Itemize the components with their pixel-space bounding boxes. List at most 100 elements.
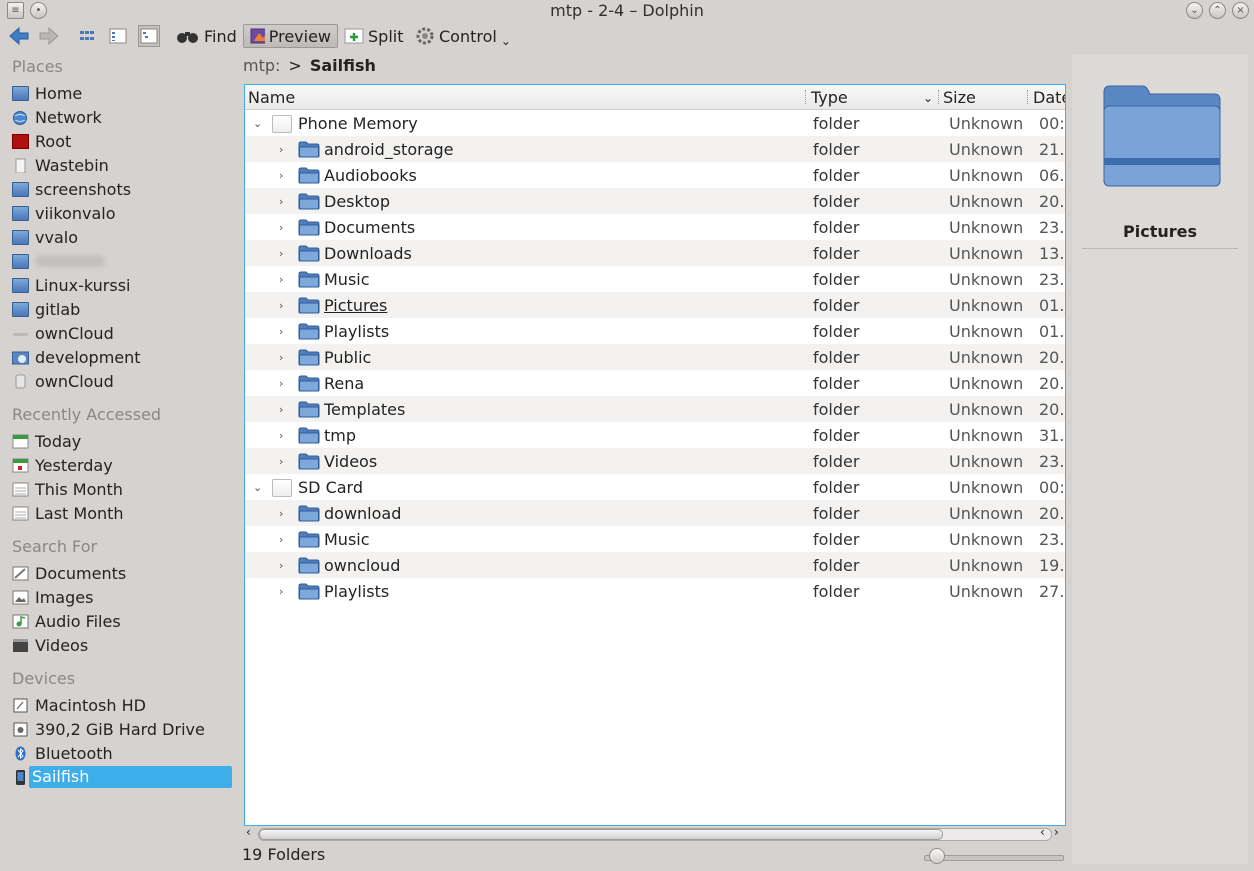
column-divider[interactable] [1027,90,1030,104]
file-name[interactable]: Audiobooks [324,166,417,185]
recent-item-today[interactable]: Today [12,430,234,452]
expand-icon[interactable]: › [279,221,283,234]
file-name[interactable]: Phone Memory [298,114,418,133]
table-row[interactable]: ⌄ Phone Memory folder Unknown 00: [245,110,1065,136]
expand-icon[interactable]: › [279,533,283,546]
table-row[interactable]: › tmp folder Unknown 31.0 [245,422,1065,448]
table-row[interactable]: › Rena folder Unknown 20.0 [245,370,1065,396]
zoom-slider-handle[interactable] [929,848,945,864]
places-item-development[interactable]: development [12,346,234,368]
device-item-macintosh-hd[interactable]: Macintosh HD [12,694,234,716]
forward-button[interactable] [38,24,60,48]
control-button[interactable]: Control ⌄ [415,24,511,48]
expand-icon[interactable]: › [279,247,283,260]
expand-icon[interactable]: › [279,169,283,182]
table-row[interactable]: › Desktop folder Unknown 20.1 [245,188,1065,214]
expand-icon[interactable]: › [279,559,283,572]
places-item-home[interactable]: Home [12,82,234,104]
split-button[interactable]: Split [344,24,403,48]
scroll-thumb[interactable] [259,829,943,840]
expand-icon[interactable]: › [279,507,283,520]
places-item-owncloud-drive[interactable]: ownCloud [12,370,234,392]
scroll-right-icon[interactable]: › [1054,825,1059,839]
places-item-viikonvalo[interactable]: viikonvalo [12,202,234,224]
table-row[interactable]: ⌄ SD Card folder Unknown 00: [245,474,1065,500]
expand-icon[interactable]: › [279,325,283,338]
device-item-bluetooth[interactable]: Bluetooth [12,742,234,764]
table-row[interactable]: › Music folder Unknown 23.0 [245,526,1065,552]
search-item-audio-files[interactable]: Audio Files [12,610,234,632]
minimize-button[interactable]: ⌄ [1186,2,1203,19]
file-name[interactable]: Templates [324,400,405,419]
expand-icon[interactable]: › [279,585,283,598]
icons-view-button[interactable] [76,25,98,47]
column-name[interactable]: Name [248,88,295,107]
expand-icon[interactable]: › [279,299,283,312]
places-item-vvalo[interactable]: vvalo [12,226,234,248]
table-row[interactable]: › Documents folder Unknown 23.0 [245,214,1065,240]
expand-icon[interactable]: › [279,403,283,416]
expand-icon[interactable]: › [279,429,283,442]
file-name[interactable]: android_storage [324,140,454,159]
column-type[interactable]: Type [811,88,848,107]
file-name[interactable]: Videos [324,452,377,471]
file-name[interactable]: tmp [324,426,356,445]
compact-view-button[interactable] [107,25,129,47]
places-item-blurred[interactable] [12,250,234,272]
table-row[interactable]: › owncloud folder Unknown 19.0 [245,552,1065,578]
file-name[interactable]: Desktop [324,192,390,211]
device-item-hard-drive[interactable]: 390,2 GiB Hard Drive [12,718,234,740]
search-item-videos[interactable]: Videos [12,634,234,656]
expand-icon[interactable]: › [279,143,283,156]
breadcrumb-current[interactable]: Sailfish [310,56,376,75]
search-item-images[interactable]: Images [12,586,234,608]
expand-icon[interactable]: › [279,273,283,286]
file-name[interactable]: download [324,504,401,523]
scroll-left-icon[interactable]: ‹ [246,825,251,839]
table-row[interactable]: › Music folder Unknown 23.0 [245,266,1065,292]
expand-icon[interactable]: › [279,455,283,468]
file-name[interactable]: SD Card [298,478,363,497]
scroll-left-icon[interactable]: ‹ [1040,825,1045,839]
find-button[interactable]: Find [176,24,237,48]
places-item-gitlab[interactable]: gitlab [12,298,234,320]
file-view[interactable]: Name Type ⌄ Size Date ⌄ Phone Memory folde… [244,84,1066,826]
file-name[interactable]: Public [324,348,371,367]
table-row[interactable]: › Playlists folder Unknown 27.0 [245,578,1065,604]
recent-item-yesterday[interactable]: Yesterday [12,454,234,476]
details-view-button[interactable] [138,25,160,47]
search-item-documents[interactable]: Documents [12,562,234,584]
file-name[interactable]: Playlists [324,322,389,341]
file-name[interactable]: Pictures [324,296,387,315]
breadcrumb-root[interactable]: mtp: [243,56,280,75]
file-name[interactable]: Music [324,530,370,549]
collapse-icon[interactable]: ⌄ [253,481,262,494]
expand-icon[interactable]: › [279,195,283,208]
table-row[interactable]: › Templates folder Unknown 20.1 [245,396,1065,422]
file-name[interactable]: Playlists [324,582,389,601]
table-row[interactable]: › Downloads folder Unknown 13.0 [245,240,1065,266]
file-name[interactable]: owncloud [324,556,400,575]
table-row[interactable]: › Audiobooks folder Unknown 06.0 [245,162,1065,188]
column-size[interactable]: Size [943,88,976,107]
table-row[interactable]: › Public folder Unknown 20.1 [245,344,1065,370]
places-item-network[interactable]: Network [12,106,234,128]
places-item-wastebin[interactable]: Wastebin [12,154,234,176]
file-name[interactable]: Documents [324,218,415,237]
table-row[interactable]: › download folder Unknown 20.0 [245,500,1065,526]
column-divider[interactable] [938,90,941,104]
horizontal-scrollbar[interactable]: ‹ ‹ › [244,825,1064,842]
table-row[interactable]: › Pictures folder Unknown 01.0 [245,292,1065,318]
table-row[interactable]: › android_storage folder Unknown 21.0 [245,136,1065,162]
expand-icon[interactable]: › [279,351,283,364]
file-name[interactable]: Rena [324,374,364,393]
recent-item-last-month[interactable]: Last Month [12,502,234,524]
places-item-screenshots[interactable]: screenshots [12,178,234,200]
collapse-icon[interactable]: ⌄ [253,117,262,130]
back-button[interactable] [8,24,30,48]
column-divider[interactable] [805,90,808,104]
places-item-root[interactable]: Root [12,130,234,152]
close-button[interactable]: × [1232,2,1249,19]
table-row[interactable]: › Playlists folder Unknown 01.0 [245,318,1065,344]
device-item-sailfish[interactable]: Sailfish [12,766,234,788]
